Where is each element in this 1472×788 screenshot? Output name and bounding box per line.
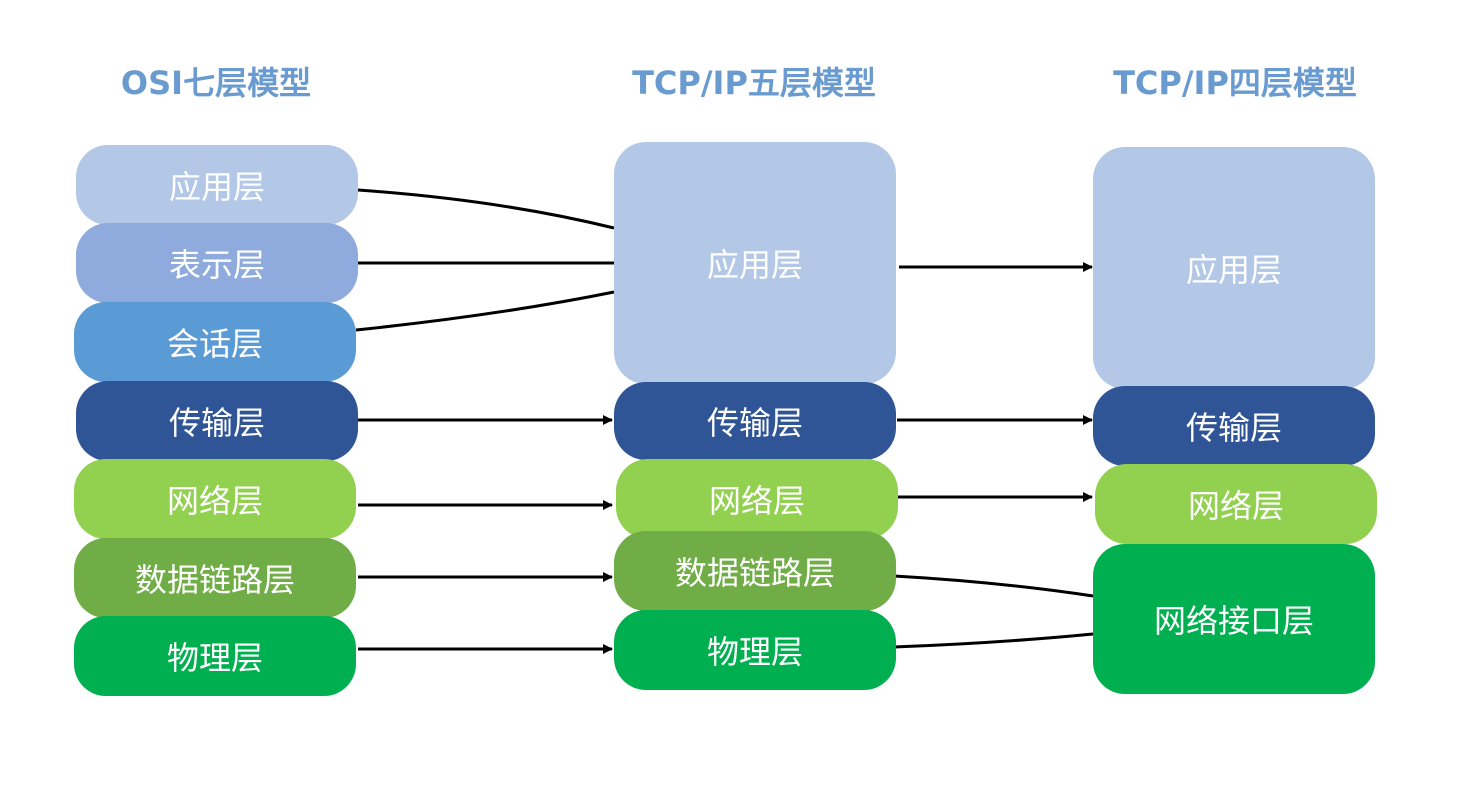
connector-osi-session-to-five-application xyxy=(355,290,615,332)
osi-layer-data-link: 数据链路层 xyxy=(74,538,356,618)
five-layer-physical: 物理层 xyxy=(614,610,896,690)
connector-osi-application-to-five-application xyxy=(357,188,615,230)
osi-layer-transport: 传输层 xyxy=(76,381,358,461)
osi-layer-presentation: 表示层 xyxy=(76,223,358,303)
osi-layer-physical: 物理层 xyxy=(74,616,356,696)
five-layer-network: 网络层 xyxy=(616,459,898,539)
osi-layer-application: 应用层 xyxy=(76,145,358,225)
four-layer-network-interface: 网络接口层 xyxy=(1093,544,1375,694)
osi-layer-session: 会话层 xyxy=(74,302,356,382)
four-layer-network: 网络层 xyxy=(1095,464,1377,544)
five-layer-application: 应用层 xyxy=(614,142,896,384)
four-layer-transport: 传输层 xyxy=(1093,386,1375,466)
connector-five-physical-to-four-interface xyxy=(893,632,1094,649)
connector-five-datalink-to-four-interface xyxy=(893,574,1094,598)
osi-layer-network: 网络层 xyxy=(74,459,356,539)
five-layer-transport: 传输层 xyxy=(614,382,896,460)
four-layer-application: 应用层 xyxy=(1093,147,1375,389)
five-layer-data-link: 数据链路层 xyxy=(614,531,896,611)
